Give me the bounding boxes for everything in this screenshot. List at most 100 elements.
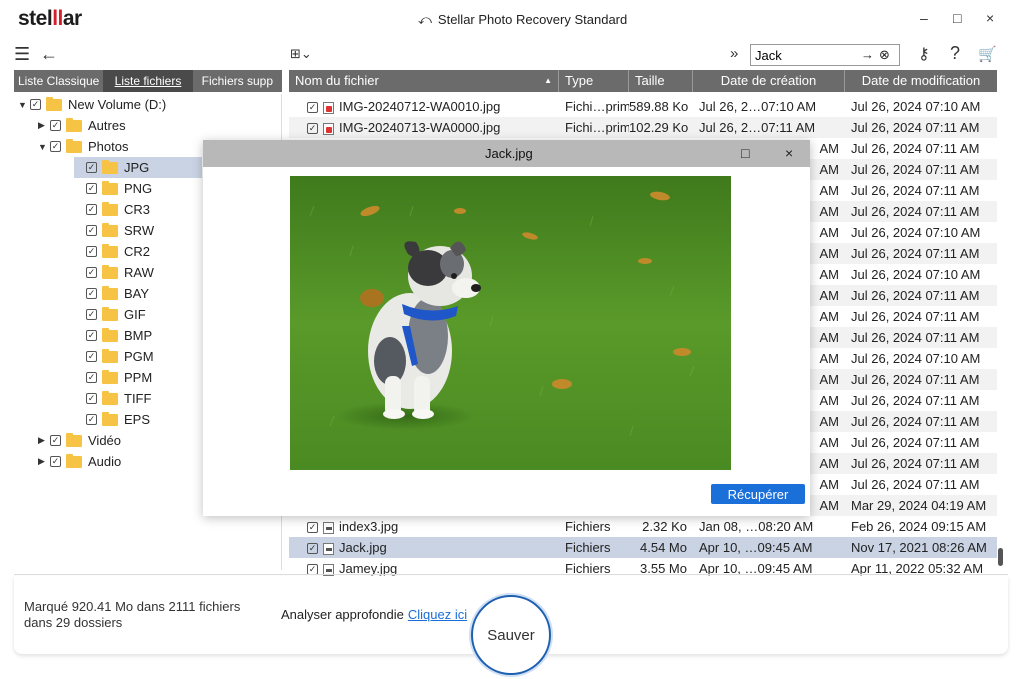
tree-item[interactable]: ✓ CR2 bbox=[74, 241, 150, 262]
file-modified-cell: Jul 26, 2024 07:11 AM bbox=[845, 162, 997, 177]
status-line-1: Marqué 920.41 Mo dans 2111 fichiers bbox=[24, 599, 241, 614]
row-checkbox[interactable]: ✓ bbox=[307, 522, 318, 534]
recover-button[interactable]: Récupérer bbox=[711, 484, 805, 504]
tree-checkbox[interactable]: ✓ bbox=[86, 162, 97, 173]
file-created-cell-text: Jul 26, 2…07:10 AM bbox=[699, 99, 817, 114]
tree-item-label: Photos bbox=[88, 139, 129, 154]
file-created-cell-text: AM bbox=[819, 477, 840, 492]
tree-item[interactable]: ✓ SRW bbox=[74, 220, 154, 241]
file-created-cell-text: AM bbox=[819, 246, 840, 261]
tab-deleted-files[interactable]: Fichiers supp bbox=[193, 70, 282, 92]
table-row[interactable]: ✓ IMG-20240712-WA0010.jpg Fichi…primé589.8… bbox=[289, 96, 997, 117]
tree-item-label: PGM bbox=[124, 349, 154, 364]
tree-checkbox[interactable]: ✓ bbox=[86, 183, 97, 194]
tree-checkbox[interactable]: ✓ bbox=[86, 414, 97, 425]
menu-icon[interactable]: ☰ bbox=[14, 44, 30, 65]
caret-down-icon[interactable]: ▼ bbox=[18, 100, 30, 110]
tree-checkbox[interactable]: ✓ bbox=[86, 288, 97, 299]
tree-item[interactable]: ✓ JPG bbox=[74, 157, 202, 178]
file-modified-cell-text: Mar 29, 2024 04:19 AM bbox=[851, 498, 987, 513]
cart-icon[interactable]: 🛒 bbox=[978, 45, 997, 63]
tree-item[interactable]: ▶ ✓ Audio bbox=[38, 451, 121, 472]
tree-checkbox[interactable]: ✓ bbox=[86, 267, 97, 278]
tree-checkbox[interactable]: ✓ bbox=[86, 372, 97, 383]
minimize-button[interactable]: – bbox=[920, 10, 928, 26]
tree-item[interactable]: ▼ ✓ New Volume (D:) bbox=[18, 94, 166, 115]
file-created-cell-text: Jul 26, 2…07:11 AM bbox=[699, 120, 816, 135]
maximize-button[interactable]: □ bbox=[953, 10, 961, 26]
tree-checkbox[interactable]: ✓ bbox=[50, 120, 61, 131]
logo-mark: ll bbox=[52, 7, 63, 30]
table-row[interactable]: ✓ Jack.jpg Fichiers 4.54 Mo Apr 10, …09:45 A… bbox=[289, 537, 997, 558]
tree-checkbox[interactable]: ✓ bbox=[86, 246, 97, 257]
file-modified-cell: Jul 26, 2024 07:10 AM bbox=[845, 267, 997, 282]
tree-checkbox[interactable]: ✓ bbox=[86, 351, 97, 362]
caret-right-icon[interactable]: ▶ bbox=[38, 120, 50, 131]
tree-item[interactable]: ✓ RAW bbox=[74, 262, 154, 283]
save-button[interactable]: Sauver bbox=[471, 595, 551, 675]
tree-item[interactable]: ✓ TIFF bbox=[74, 388, 151, 409]
search-input[interactable] bbox=[751, 45, 851, 65]
tree-item[interactable]: ✓ PGM bbox=[74, 346, 154, 367]
clear-search-icon[interactable]: ⊗ bbox=[879, 47, 890, 63]
expand-search-icon[interactable]: » bbox=[730, 45, 738, 62]
tree-checkbox[interactable]: ✓ bbox=[86, 225, 97, 236]
file-modified-cell-text: Nov 17, 2021 08:26 AM bbox=[851, 540, 987, 555]
table-row[interactable]: ✓ index3.jpg Fichiers 2.32 Ko Jan 08, …08:20… bbox=[289, 516, 997, 537]
tree-checkbox[interactable]: ✓ bbox=[86, 309, 97, 320]
deep-scan-link[interactable]: Cliquez ici bbox=[408, 607, 467, 622]
tree-checkbox[interactable]: ✓ bbox=[86, 204, 97, 215]
search-go-icon[interactable]: → bbox=[861, 47, 874, 62]
tree-item[interactable]: ✓ EPS bbox=[74, 409, 150, 430]
tab-classic-list[interactable]: Liste Classique bbox=[14, 70, 103, 92]
column-type[interactable]: Type bbox=[559, 70, 629, 92]
preview-title-bar: Jack.jpg □ × bbox=[203, 140, 810, 167]
column-size[interactable]: Taille bbox=[629, 70, 693, 92]
tree-item[interactable]: ✓ PNG bbox=[74, 178, 152, 199]
preview-image bbox=[290, 176, 731, 470]
caret-right-icon[interactable]: ▶ bbox=[38, 456, 50, 467]
back-arrow-icon[interactable]: ← bbox=[40, 44, 58, 65]
row-checkbox[interactable]: ✓ bbox=[307, 123, 318, 135]
preview-close-button[interactable]: × bbox=[785, 145, 793, 161]
tree-item[interactable]: ✓ BAY bbox=[74, 283, 149, 304]
tree-item-label: CR2 bbox=[124, 244, 151, 259]
caret-down-icon[interactable]: ▼ bbox=[38, 142, 50, 152]
tree-item[interactable]: ▶ ✓ Autres bbox=[38, 115, 126, 136]
table-row[interactable]: ✓ IMG-20240713-WA0000.jpg Fichi…primé102.2… bbox=[289, 117, 997, 138]
tree-checkbox[interactable]: ✓ bbox=[30, 99, 41, 110]
logo-text-prefix: stel bbox=[18, 7, 53, 30]
row-checkbox[interactable]: ✓ bbox=[307, 543, 318, 555]
help-icon[interactable]: ? bbox=[950, 43, 960, 64]
column-file-name[interactable]: Nom du fichier ▲ bbox=[289, 70, 559, 92]
tree-item[interactable]: ✓ GIF bbox=[74, 304, 146, 325]
tree-item-label: New Volume (D:) bbox=[68, 97, 167, 112]
preview-maximize-button[interactable]: □ bbox=[741, 145, 749, 161]
caret-right-icon[interactable]: ▶ bbox=[38, 435, 50, 446]
tree-checkbox[interactable]: ✓ bbox=[50, 435, 61, 446]
tree-checkbox[interactable]: ✓ bbox=[86, 393, 97, 404]
column-created[interactable]: Date de création bbox=[693, 70, 845, 92]
tree-item[interactable]: ✓ CR3 bbox=[74, 199, 150, 220]
tree-item-label: EPS bbox=[124, 412, 151, 427]
tree-checkbox[interactable]: ✓ bbox=[50, 456, 61, 467]
tree-checkbox[interactable]: ✓ bbox=[50, 141, 61, 152]
file-type-cell: Fichi…primé bbox=[559, 120, 629, 135]
vertical-scrollbar[interactable] bbox=[998, 548, 1003, 566]
tree-item[interactable]: ▼ ✓ Photos bbox=[38, 136, 128, 157]
file-type-cell-text: Fichiers bbox=[565, 540, 611, 555]
tree-item[interactable]: ▶ ✓ Vidéo bbox=[38, 430, 121, 451]
view-mode-icon[interactable]: ⊞⌄ bbox=[290, 46, 312, 62]
key-icon[interactable]: ⚷ bbox=[918, 44, 930, 64]
column-created-label: Date de création bbox=[720, 73, 817, 88]
row-checkbox[interactable]: ✓ bbox=[307, 102, 318, 114]
close-window-button[interactable]: × bbox=[986, 10, 994, 26]
file-modified-cell: Jul 26, 2024 07:10 AM bbox=[845, 225, 997, 240]
tree-checkbox[interactable]: ✓ bbox=[86, 330, 97, 341]
tab-file-list[interactable]: Liste fichiers bbox=[103, 70, 193, 92]
column-modified-label: Date de modification bbox=[861, 73, 981, 88]
tree-item[interactable]: ✓ PPM bbox=[74, 367, 152, 388]
column-modified[interactable]: Date de modification bbox=[845, 70, 997, 92]
tree-item[interactable]: ✓ BMP bbox=[74, 325, 152, 346]
file-created-cell-text: AM bbox=[819, 435, 840, 450]
